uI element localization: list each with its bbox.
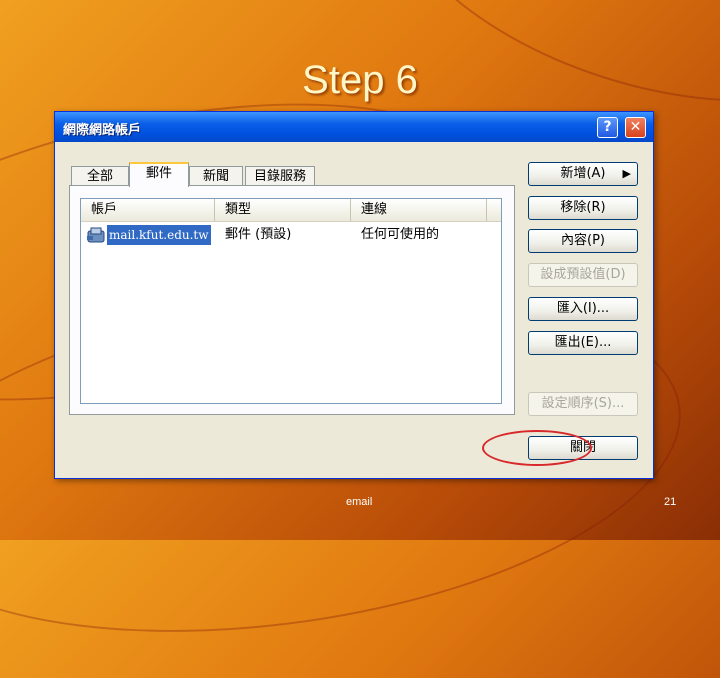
dialog-titlebar: 網際網路帳戶 ? ✕ (55, 112, 653, 142)
mail-account-icon (87, 227, 105, 243)
internet-accounts-dialog: 網際網路帳戶 ? ✕ 全部 郵件 新聞 目錄服務 帳戶 類型 連線 mail.k… (54, 111, 654, 479)
add-button-label: 新增(A) (560, 166, 606, 181)
account-name-cell: mail.kfut.edu.tw (107, 225, 211, 245)
page-number: 21 (664, 496, 677, 508)
table-row[interactable]: mail.kfut.edu.tw 郵件 (預設) 任何可使用的 (81, 225, 501, 245)
column-header-account[interactable]: 帳戶 (81, 199, 215, 221)
tab-mail[interactable]: 郵件 (129, 162, 189, 187)
tab-news[interactable]: 新聞 (189, 166, 243, 186)
submenu-arrow-icon: ▶ (622, 167, 631, 180)
help-button[interactable]: ? (597, 117, 618, 138)
accounts-list[interactable]: 帳戶 類型 連線 mail.kfut.edu.tw 郵件 (預設) 任何可使用的 (80, 198, 502, 404)
close-window-button[interactable]: ✕ (625, 117, 646, 138)
column-header-type[interactable]: 類型 (215, 199, 351, 221)
tab-all[interactable]: 全部 (71, 166, 129, 186)
set-default-button[interactable]: 設成預設值(D) (528, 263, 638, 287)
column-header-connection[interactable]: 連線 (351, 199, 487, 221)
footer-text: email (346, 496, 373, 508)
account-type-cell: 郵件 (預設) (225, 227, 292, 242)
import-button[interactable]: 匯入(I)... (528, 297, 638, 321)
account-connection-cell: 任何可使用的 (361, 227, 440, 242)
dialog-title: 網際網路帳戶 (63, 123, 142, 138)
slide-title: Step 6 (302, 58, 418, 102)
tab-directory-service[interactable]: 目錄服務 (245, 166, 315, 186)
tab-panel: 帳戶 類型 連線 mail.kfut.edu.tw 郵件 (預設) 任何可使用的 (69, 185, 515, 415)
export-button[interactable]: 匯出(E)... (528, 331, 638, 355)
remove-button[interactable]: 移除(R) (528, 196, 638, 220)
add-button[interactable]: 新增(A) ▶ (528, 162, 638, 186)
set-order-button[interactable]: 設定順序(S)... (528, 392, 638, 416)
highlight-circle (482, 430, 592, 466)
properties-button[interactable]: 內容(P) (528, 229, 638, 253)
list-header: 帳戶 類型 連線 (81, 199, 501, 222)
